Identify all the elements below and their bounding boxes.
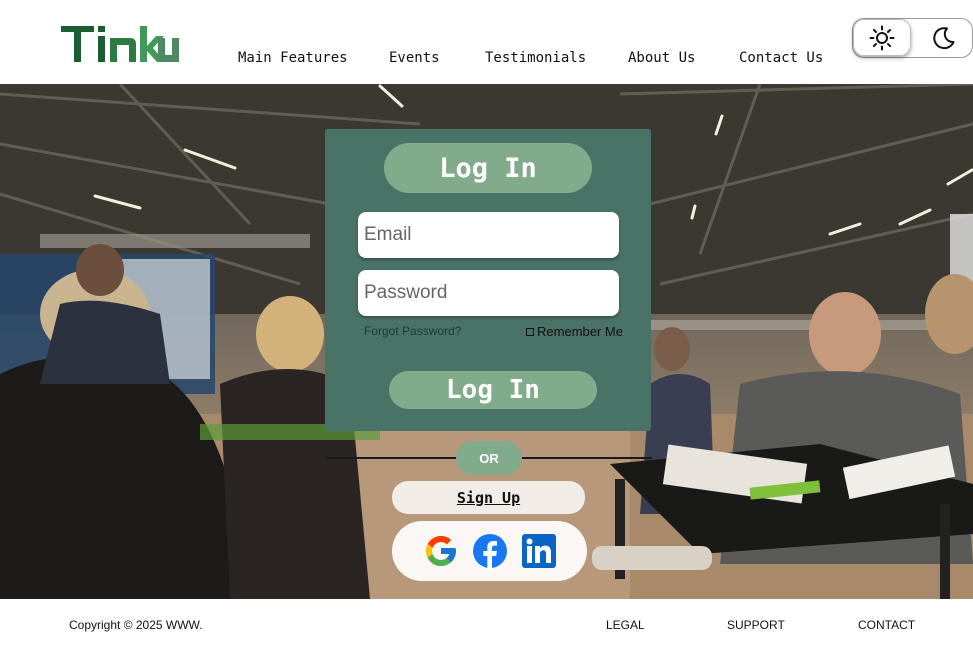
remember-me-checkbox[interactable]: Remember Me <box>526 324 623 339</box>
nav-testimonials[interactable]: Testimonials <box>485 50 586 66</box>
copyright-text: Copyright © 2025 WWW. <box>69 618 203 632</box>
footer-link-contact[interactable]: CONTACT <box>858 618 915 632</box>
sun-icon <box>869 25 895 50</box>
linkedin-icon[interactable] <box>521 533 557 569</box>
nav-events[interactable]: Events <box>389 50 440 66</box>
social-login-bar <box>392 521 587 581</box>
sign-up-link[interactable]: Sign Up <box>392 481 585 514</box>
checkbox-square[interactable] <box>526 327 534 336</box>
nav-about-us[interactable]: About Us <box>628 50 695 66</box>
site-footer: Copyright © 2025 WWW. LEGAL SUPPORT CONT… <box>0 599 973 658</box>
theme-toggle <box>852 18 973 58</box>
password-field[interactable] <box>358 270 619 316</box>
light-mode-button[interactable] <box>853 19 911 56</box>
footer-link-legal[interactable]: LEGAL <box>606 618 645 632</box>
moon-icon <box>933 26 955 49</box>
nav-main-features[interactable]: Main Features <box>238 50 348 66</box>
main-nav: Main Features Events Testimonials About … <box>0 50 973 70</box>
or-separator: OR <box>456 441 522 475</box>
forgot-password-link[interactable]: Forgot Password? <box>364 324 461 338</box>
facebook-icon[interactable] <box>472 533 508 569</box>
nav-contact-us[interactable]: Contact Us <box>739 50 823 66</box>
footer-link-support[interactable]: SUPPORT <box>727 618 785 632</box>
site-header: Main Features Events Testimonials About … <box>0 0 973 84</box>
divider-right <box>522 457 652 459</box>
divider-left <box>327 457 457 459</box>
remember-me-label: Remember Me <box>537 324 623 339</box>
dark-mode-button[interactable] <box>915 19 973 56</box>
login-submit-button[interactable]: Log In <box>389 371 597 409</box>
login-title: Log In <box>384 143 592 193</box>
google-icon[interactable] <box>423 533 459 569</box>
login-card: Log In Forgot Password? Remember Me Log … <box>325 129 651 431</box>
email-field[interactable] <box>358 212 619 258</box>
